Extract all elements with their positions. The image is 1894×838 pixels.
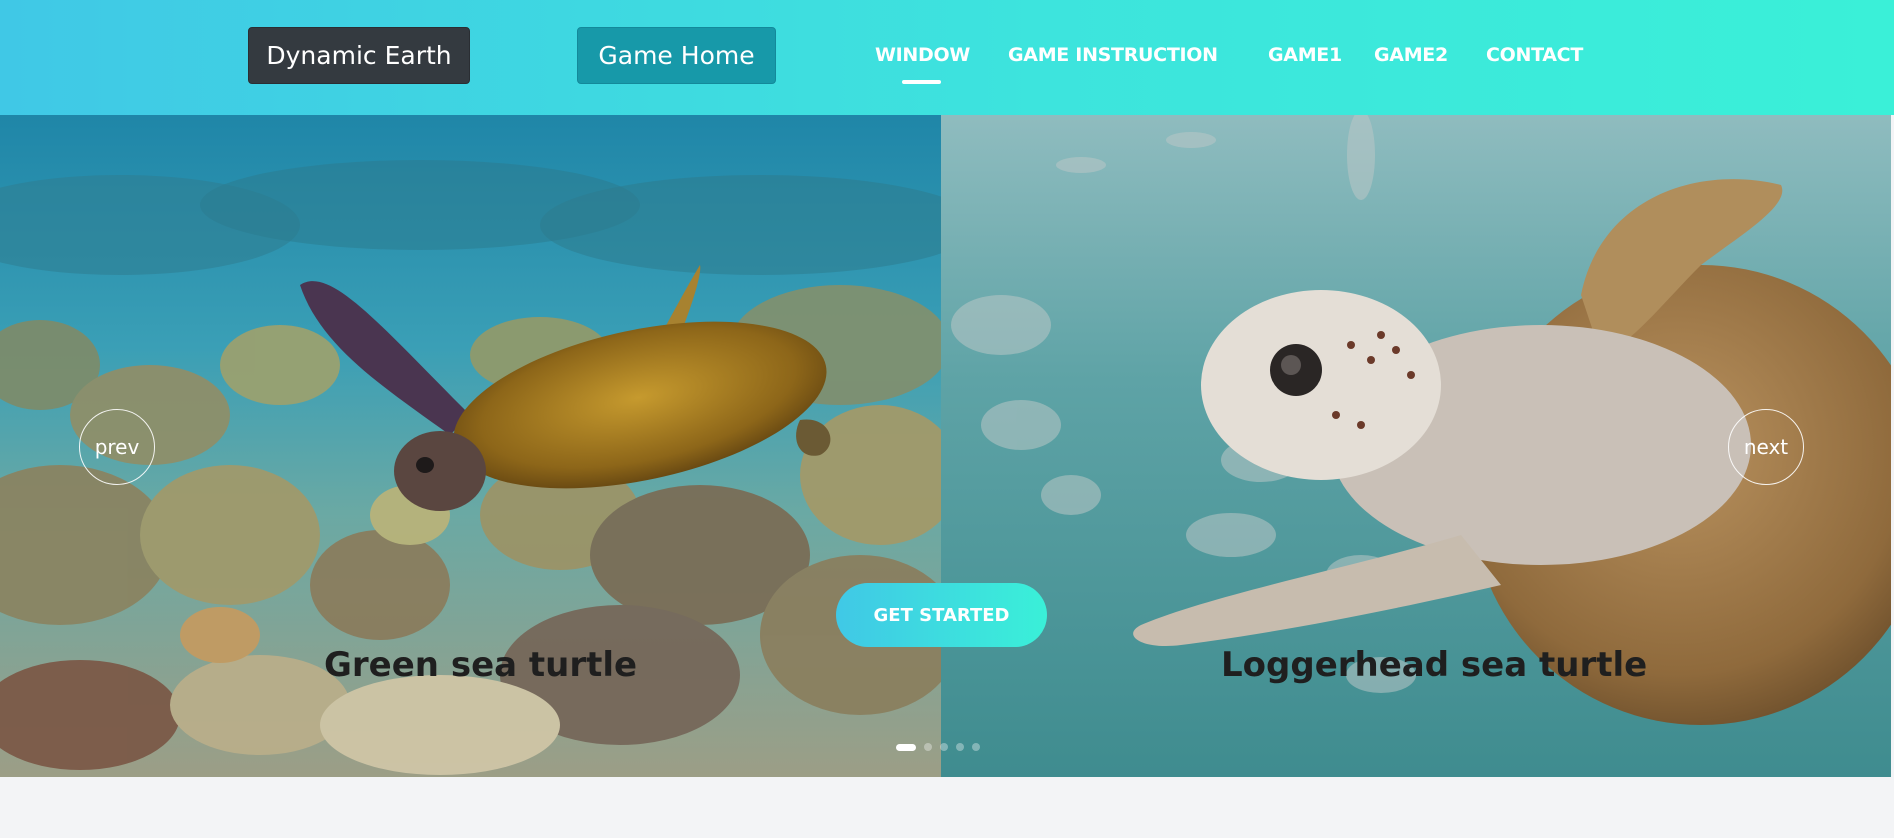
nav-link-window[interactable]: WINDOW [875, 44, 970, 70]
get-started-button[interactable]: GET STARTED [836, 583, 1047, 647]
nav-link-game-instruction[interactable]: GAME INSTRUCTION [1008, 44, 1218, 70]
nav-link-game2[interactable]: GAME2 [1374, 44, 1448, 70]
prev-slide-button[interactable]: prev [79, 409, 155, 485]
carousel-indicator-5[interactable] [972, 743, 980, 751]
top-navbar: Dynamic Earth Game Home WINDOW GAME INST… [0, 0, 1894, 115]
next-slide-button[interactable]: next [1728, 409, 1804, 485]
slide-caption-loggerhead-sea-turtle: Loggerhead sea turtle [1221, 645, 1648, 685]
slide-caption-green-sea-turtle: Green sea turtle [324, 645, 638, 685]
carousel-indicator-3[interactable] [940, 743, 948, 751]
page-below-fold [0, 777, 1894, 838]
brand-button[interactable]: Dynamic Earth [248, 27, 470, 84]
carousel-indicators [896, 742, 980, 752]
nav-link-contact[interactable]: CONTACT [1486, 44, 1583, 70]
game-home-button[interactable]: Game Home [577, 27, 776, 84]
carousel-indicator-1[interactable] [896, 743, 916, 751]
nav-link-game1[interactable]: GAME1 [1268, 44, 1342, 70]
nav-active-indicator [902, 80, 941, 84]
hero-carousel: prev next GET STARTED Green sea turtle L… [0, 115, 1891, 777]
carousel-indicator-4[interactable] [956, 743, 964, 751]
carousel-indicator-2[interactable] [924, 743, 932, 751]
